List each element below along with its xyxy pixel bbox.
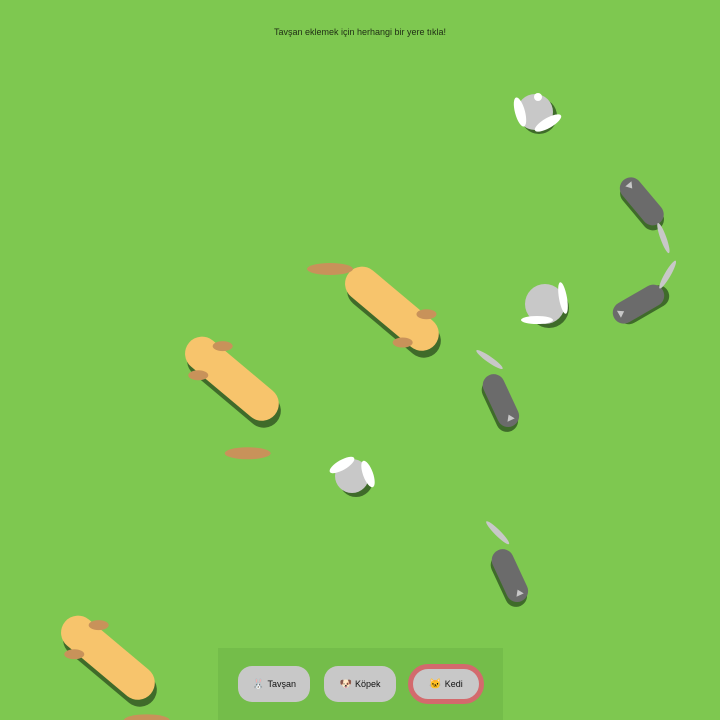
kedi-label: Kedi — [444, 679, 463, 689]
cat — [612, 260, 677, 325]
kopek-label: Köpek — [354, 679, 381, 689]
rabbit-face-icon: 🐰 — [252, 678, 265, 690]
cat — [486, 521, 529, 607]
rabbit — [329, 456, 375, 497]
kopek-button[interactable]: 🐶 Köpek — [324, 666, 396, 702]
cat — [619, 177, 670, 254]
cat-face-icon: 🐱 — [429, 678, 442, 690]
play-field[interactable] — [0, 0, 720, 720]
cat — [476, 350, 520, 432]
tavsan-label: Tavşan — [267, 679, 296, 689]
rabbit — [521, 282, 569, 328]
toolbar: 🐰 Tavşan 🐶 Köpek 🐱 Kedi — [218, 648, 503, 720]
kedi-button[interactable]: 🐱 Kedi — [408, 664, 484, 704]
dog — [185, 336, 281, 460]
dog — [61, 615, 170, 720]
dog — [307, 263, 441, 358]
rabbit — [513, 93, 562, 134]
dog-face-icon: 🐶 — [339, 678, 352, 690]
tavsan-button[interactable]: 🐰 Tavşan — [238, 666, 310, 702]
